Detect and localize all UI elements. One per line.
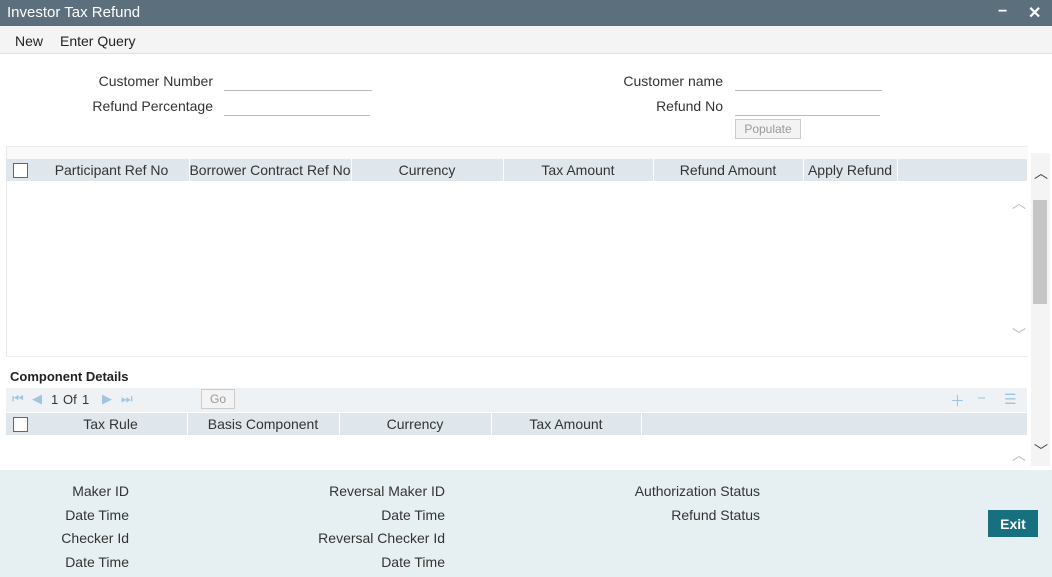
authorization-status-label: Authorization Status: [634, 483, 760, 499]
col-refund-amount[interactable]: Refund Amount: [653, 159, 804, 181]
maker-id-label: Maker ID: [72, 483, 129, 499]
component-pager: ⏮ ◀ 1 Of 1 ▶ ⏭ ＋ − ☰: [6, 388, 1027, 412]
col-participant-ref-no[interactable]: Participant Ref No: [34, 159, 190, 181]
page-of-label: Of: [63, 392, 77, 407]
audit-footer: [0, 470, 1052, 577]
col-component-currency[interactable]: Currency: [339, 413, 492, 435]
component-scroll-up-icon[interactable]: ︿: [1012, 445, 1026, 465]
component-grid-header: Tax Rule Basis Component Currency Tax Am…: [6, 413, 1027, 435]
grid-scroll-down-icon[interactable]: ﹀: [1012, 325, 1026, 345]
reversal-maker-date-time-label: Date Time: [381, 507, 445, 523]
reversal-checker-id-label: Reversal Checker Id: [318, 530, 445, 546]
scrollbar-thumb[interactable]: [1033, 200, 1047, 304]
customer-number-input[interactable]: [224, 72, 372, 91]
new-menu-item[interactable]: New: [15, 33, 43, 49]
col-currency[interactable]: Currency: [351, 159, 504, 181]
prev-page-icon[interactable]: ◀: [32, 391, 42, 407]
date-time-label: Date Time: [65, 507, 129, 523]
col-component-tax-amount[interactable]: Tax Amount: [491, 413, 642, 435]
scroll-up-icon[interactable]: ︿: [1034, 163, 1048, 183]
refund-no-label: Refund No: [656, 98, 723, 114]
refund-status-label: Refund Status: [671, 507, 760, 523]
minimize-icon[interactable]: −: [998, 3, 1007, 21]
col-tax-amount[interactable]: Tax Amount: [503, 159, 654, 181]
customer-name-input[interactable]: [735, 72, 882, 91]
plus-icon[interactable]: ＋: [950, 390, 965, 411]
refund-percentage-input[interactable]: [224, 97, 370, 116]
exit-button[interactable]: Exit: [988, 510, 1038, 537]
col-borrower-contract-ref-no[interactable]: Borrower Contract Ref No: [189, 159, 352, 181]
select-all-checkbox[interactable]: [13, 163, 28, 178]
enter-query-menu-item[interactable]: Enter Query: [60, 33, 135, 49]
checker-date-time-label: Date Time: [65, 554, 129, 570]
col-basis-component[interactable]: Basis Component: [187, 413, 340, 435]
title-bar: Investor Tax Refund − ✕: [0, 0, 1052, 26]
customer-name-label: Customer name: [623, 73, 723, 89]
list-icon[interactable]: ☰: [1004, 391, 1017, 408]
customer-number-label: Customer Number: [98, 73, 213, 89]
first-page-icon[interactable]: ⏮: [12, 391, 24, 407]
total-pages: 1: [82, 392, 90, 407]
component-select-all-checkbox[interactable]: [13, 417, 28, 432]
refund-percentage-label: Refund Percentage: [92, 98, 213, 114]
populate-button[interactable]: Populate: [735, 119, 801, 139]
col-apply-refund[interactable]: Apply Refund: [803, 159, 898, 181]
go-button[interactable]: Go: [201, 389, 235, 409]
col-tax-rule[interactable]: Tax Rule: [34, 413, 188, 435]
reversal-maker-id-label: Reversal Maker ID: [329, 483, 445, 499]
main-grid-header: Participant Ref No Borrower Contract Ref…: [6, 159, 1027, 181]
minus-icon[interactable]: −: [977, 390, 986, 407]
next-page-icon[interactable]: ▶: [102, 391, 112, 407]
component-details-title: Component Details: [10, 369, 129, 384]
grid-scroll-up-icon[interactable]: ︿: [1012, 193, 1026, 213]
main-grid-body: [6, 181, 1028, 357]
menu-bar: New Enter Query: [0, 26, 1052, 54]
close-icon[interactable]: ✕: [1028, 3, 1041, 23]
last-page-icon[interactable]: ⏭: [121, 391, 133, 407]
reversal-checker-date-time-label: Date Time: [381, 554, 445, 570]
current-page: 1: [51, 392, 59, 407]
checker-id-label: Checker Id: [61, 530, 129, 546]
main-grid-toolbar: [6, 146, 1028, 159]
scroll-down-icon[interactable]: ﹀: [1034, 441, 1048, 461]
refund-no-input[interactable]: [735, 97, 880, 116]
window-title: Investor Tax Refund: [7, 4, 141, 21]
